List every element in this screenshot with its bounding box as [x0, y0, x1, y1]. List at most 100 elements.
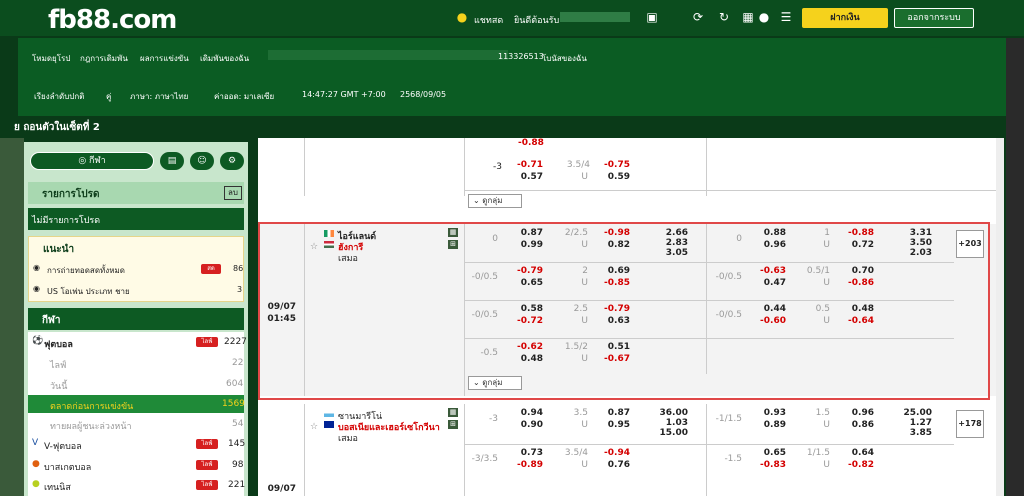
odds[interactable]: 0.96 [756, 240, 786, 250]
odds[interactable]: 0.86 [842, 420, 874, 430]
logout-button[interactable]: ออกจากระบบ [894, 8, 974, 28]
more-markets-button[interactable]: +203 [956, 230, 984, 258]
odds[interactable]: -0.82 [842, 460, 874, 470]
more-markets-button[interactable]: +178 [956, 410, 984, 438]
odds[interactable]: -0.75 [598, 160, 630, 170]
odds[interactable]: -0.71 [513, 160, 543, 170]
profile-icon[interactable]: ☺ [190, 152, 214, 170]
odds-1x2[interactable]: 2.03 [898, 248, 932, 258]
user-icon[interactable]: ● [756, 10, 772, 24]
sort-select[interactable]: เรียงลำดับปกติ [34, 90, 84, 103]
odds-1x2[interactable]: 3.05 [654, 248, 688, 258]
odds[interactable]: 0.95 [598, 420, 630, 430]
refresh-icon[interactable]: ⟳ [690, 10, 706, 24]
odds-1x2[interactable]: 36.00 [654, 408, 688, 418]
scrollbar[interactable] [996, 138, 1004, 496]
odds-1x2[interactable]: 3.50 [898, 238, 932, 248]
odds-1x2[interactable]: 15.00 [654, 428, 688, 438]
more-group-button[interactable]: ⌄ ดูกลุ่ม [468, 376, 522, 390]
odds[interactable]: 0.65 [756, 448, 786, 458]
odds[interactable]: 0.58 [513, 304, 543, 314]
odds[interactable]: 0.82 [598, 240, 630, 250]
bonus-link[interactable]: โบนัสของฉัน [542, 52, 587, 65]
odds[interactable]: 0.72 [842, 240, 874, 250]
odds[interactable]: 0.89 [756, 420, 786, 430]
sport-sub-live[interactable]: ไลฟ์ [50, 358, 66, 372]
odds[interactable]: 0.96 [842, 408, 874, 418]
odds[interactable]: -0.72 [513, 316, 543, 326]
odds[interactable]: 0.59 [598, 172, 630, 182]
odds[interactable]: 0.51 [598, 342, 630, 352]
favorite-star-icon[interactable]: ☆ [310, 422, 318, 432]
sport-sub-today[interactable]: วันนี้ [50, 379, 67, 393]
sports-button[interactable]: ◎ กีฬา [30, 152, 154, 170]
odds[interactable]: -0.79 [513, 266, 543, 276]
odds[interactable]: -0.83 [756, 460, 786, 470]
odds[interactable]: 0.63 [598, 316, 630, 326]
brand-logo[interactable]: fb88.com [48, 5, 177, 35]
odds[interactable]: 0.44 [756, 304, 786, 314]
language-select[interactable]: ภาษา: ภาษาไทย [130, 90, 188, 103]
stats-icon[interactable]: ▦ [448, 408, 458, 417]
chat-link[interactable]: แชทสด [474, 13, 503, 27]
odds-1x2[interactable]: 3.31 [898, 228, 932, 238]
odds-1x2[interactable]: 2.83 [654, 238, 688, 248]
header-link-europe[interactable]: โหมดยุโรป [32, 52, 70, 65]
odds[interactable]: -0.86 [842, 278, 874, 288]
odds[interactable]: 0.48 [513, 354, 543, 364]
odds[interactable]: -0.79 [598, 304, 630, 314]
odds-select[interactable]: ค่าออด: มาเลเซีย [214, 90, 274, 103]
odds-1x2[interactable]: 25.00 [898, 408, 932, 418]
live-icon[interactable]: ▦ [740, 10, 756, 24]
odds-1x2[interactable]: 3.85 [898, 428, 932, 438]
odds[interactable]: 0.87 [513, 228, 543, 238]
transfer-icon[interactable]: ↻ [716, 10, 732, 24]
odds[interactable]: -0.85 [598, 278, 630, 288]
odds[interactable]: 0.64 [842, 448, 874, 458]
odds[interactable]: 0.93 [756, 408, 786, 418]
odds[interactable]: -0.62 [513, 342, 543, 352]
odds[interactable]: 0.57 [513, 172, 543, 182]
favorite-star-icon[interactable]: ☆ [310, 242, 318, 252]
betslip-icon[interactable]: ▤ [160, 152, 184, 170]
favorites-clear-button[interactable]: ลบ [224, 186, 242, 200]
sport-item-basketball[interactable]: บาสเกตบอล [44, 460, 91, 474]
odds[interactable]: 0.70 [842, 266, 874, 276]
header-link-results[interactable]: ผลการแข่งขัน [140, 52, 189, 65]
stats-icon[interactable]: ▦ [448, 228, 458, 237]
odds[interactable]: 0.76 [598, 460, 630, 470]
odds[interactable]: -0.89 [513, 460, 543, 470]
wallet-icon[interactable]: ▣ [644, 10, 660, 24]
odds[interactable]: -0.88 [842, 228, 874, 238]
list-icon[interactable]: ☰ [778, 10, 794, 24]
header-link-rules[interactable]: กฎการเดิมพัน [80, 52, 128, 65]
settings-icon[interactable]: ⚙ [220, 152, 244, 170]
rec-item-live[interactable]: การถ่ายทอดสดทั้งหมด [47, 264, 125, 277]
rec-item-usopen[interactable]: US โอเพ่น ประเภท ชาย [47, 285, 130, 298]
odds[interactable]: 0.87 [598, 408, 630, 418]
deposit-button[interactable]: ฝากเงิน [802, 8, 888, 28]
odds[interactable]: 0.99 [513, 240, 543, 250]
odds[interactable]: 0.73 [513, 448, 543, 458]
odds-1x2[interactable]: 2.66 [654, 228, 688, 238]
odds[interactable]: 0.48 [842, 304, 874, 314]
field-icon[interactable]: ⊞ [448, 420, 458, 429]
header-link-mybets[interactable]: เดิมพันของฉัน [200, 52, 249, 65]
sport-item-tennis[interactable]: เทนนิส [44, 480, 71, 494]
pair-select[interactable]: คู่ [106, 90, 111, 103]
sport-item-vsoccer[interactable]: V-ฟุตบอล [44, 439, 82, 453]
field-icon[interactable]: ⊞ [448, 240, 458, 249]
odds[interactable]: -0.64 [842, 316, 874, 326]
odds[interactable]: -0.94 [598, 448, 630, 458]
odds[interactable]: -0.98 [598, 228, 630, 238]
chat-icon[interactable]: ● [454, 10, 470, 24]
more-group-button[interactable]: ⌄ ดูกลุ่ม [468, 194, 522, 208]
odds[interactable]: 0.47 [756, 278, 786, 288]
odds[interactable]: 0.69 [598, 266, 630, 276]
odds[interactable]: -0.67 [598, 354, 630, 364]
odds[interactable]: 0.90 [513, 420, 543, 430]
odds[interactable]: 0.65 [513, 278, 543, 288]
sport-sub-early[interactable]: ตลาดก่อนการแข่งขัน [50, 399, 133, 413]
sport-sub-outright[interactable]: ทายผลผู้ชนะล่วงหน้า [50, 419, 132, 433]
odds-1x2[interactable]: 1.27 [898, 418, 932, 428]
